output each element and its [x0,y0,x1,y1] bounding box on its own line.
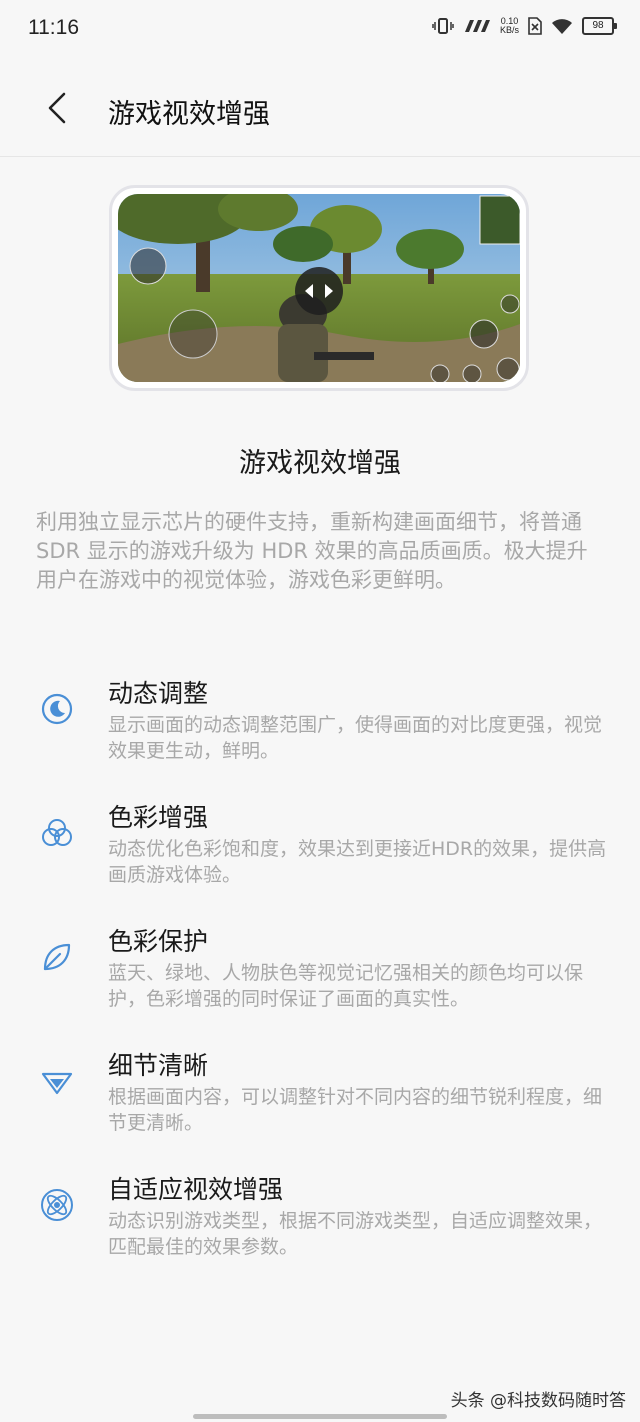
feature-title: 色彩增强 [108,803,209,832]
back-icon[interactable] [38,88,78,128]
home-indicator[interactable] [193,1414,447,1419]
page-title: 游戏视效增强 [108,99,270,130]
feature-desc: 根据画面内容，可以调整针对不同内容的细节锐利程度，细节更清晰。 [108,1086,603,1134]
feature-item-detail-clear: 细节清晰 根据画面内容，可以调整针对不同内容的细节锐利程度，细节更清晰。 [0,1046,640,1156]
feature-title: 自适应视效增强 [108,1175,284,1204]
atom-icon [41,1189,73,1221]
feature-description: 利用独立显示芯片的硬件支持，重新构建画面细节，将普通 SDR 显示的游戏升级为 … [36,510,588,592]
feature-desc: 动态优化色彩饱和度，效果达到更接近HDR的效果，提供高画质游戏体验。 [108,838,607,886]
feature-desc: 显示画面的动态调整范围广，使得画面的对比度更强，视觉效果更生动，鲜明。 [108,714,603,762]
watermark: 头条 @科技数码随时答 [450,1391,626,1411]
status-icons: 0.10 KB/s 98 [432,16,617,35]
moon-icon [41,693,73,725]
feature-item-color-enhance: 色彩增强 动态优化色彩饱和度，效果达到更接近HDR的效果，提供高画质游戏体验。 [0,798,640,908]
status-bar: 11:16 0.10 KB/s 98 [0,0,640,58]
wifi-icon [552,18,572,34]
signal-icon [464,20,490,32]
diamond-icon [41,1072,73,1095]
leaf-icon [43,943,71,971]
game-preview [109,185,529,391]
feature-heading: 游戏视效增强 [239,448,401,479]
feature-title: 色彩保护 [108,927,209,956]
battery-indicator: 98 [582,17,617,35]
status-time: 11:16 [28,16,79,39]
feature-item-adaptive: 自适应视效增强 动态识别游戏类型，根据不同游戏类型，自适应调整效果，匹配最佳的效… [0,1170,640,1280]
feature-title: 细节清晰 [108,1051,209,1080]
feature-item-dynamic-adjust: 动态调整 显示画面的动态调整范围广，使得画面的对比度更强，视觉效果更生动，鲜明。 [0,674,640,784]
game-screenshot-image [118,194,520,382]
no-sim-icon [528,17,542,35]
feature-title: 动态调整 [108,679,209,708]
color-circles-icon [42,819,72,846]
feature-item-color-protect: 色彩保护 蓝天、绿地、人物肤色等视觉记忆强相关的颜色均可以保护，色彩增强的同时保… [0,922,640,1032]
network-speed: 0.10 KB/s [499,16,519,35]
vibrate-icon [432,18,454,34]
feature-desc: 蓝天、绿地、人物肤色等视觉记忆强相关的颜色均可以保护，色彩增强的同时保证了画面的… [108,962,584,1010]
header: 游戏视效增强 [0,58,640,157]
feature-desc: 动态识别游戏类型，根据不同游戏类型，自适应调整效果，匹配最佳的效果参数。 [108,1210,603,1258]
